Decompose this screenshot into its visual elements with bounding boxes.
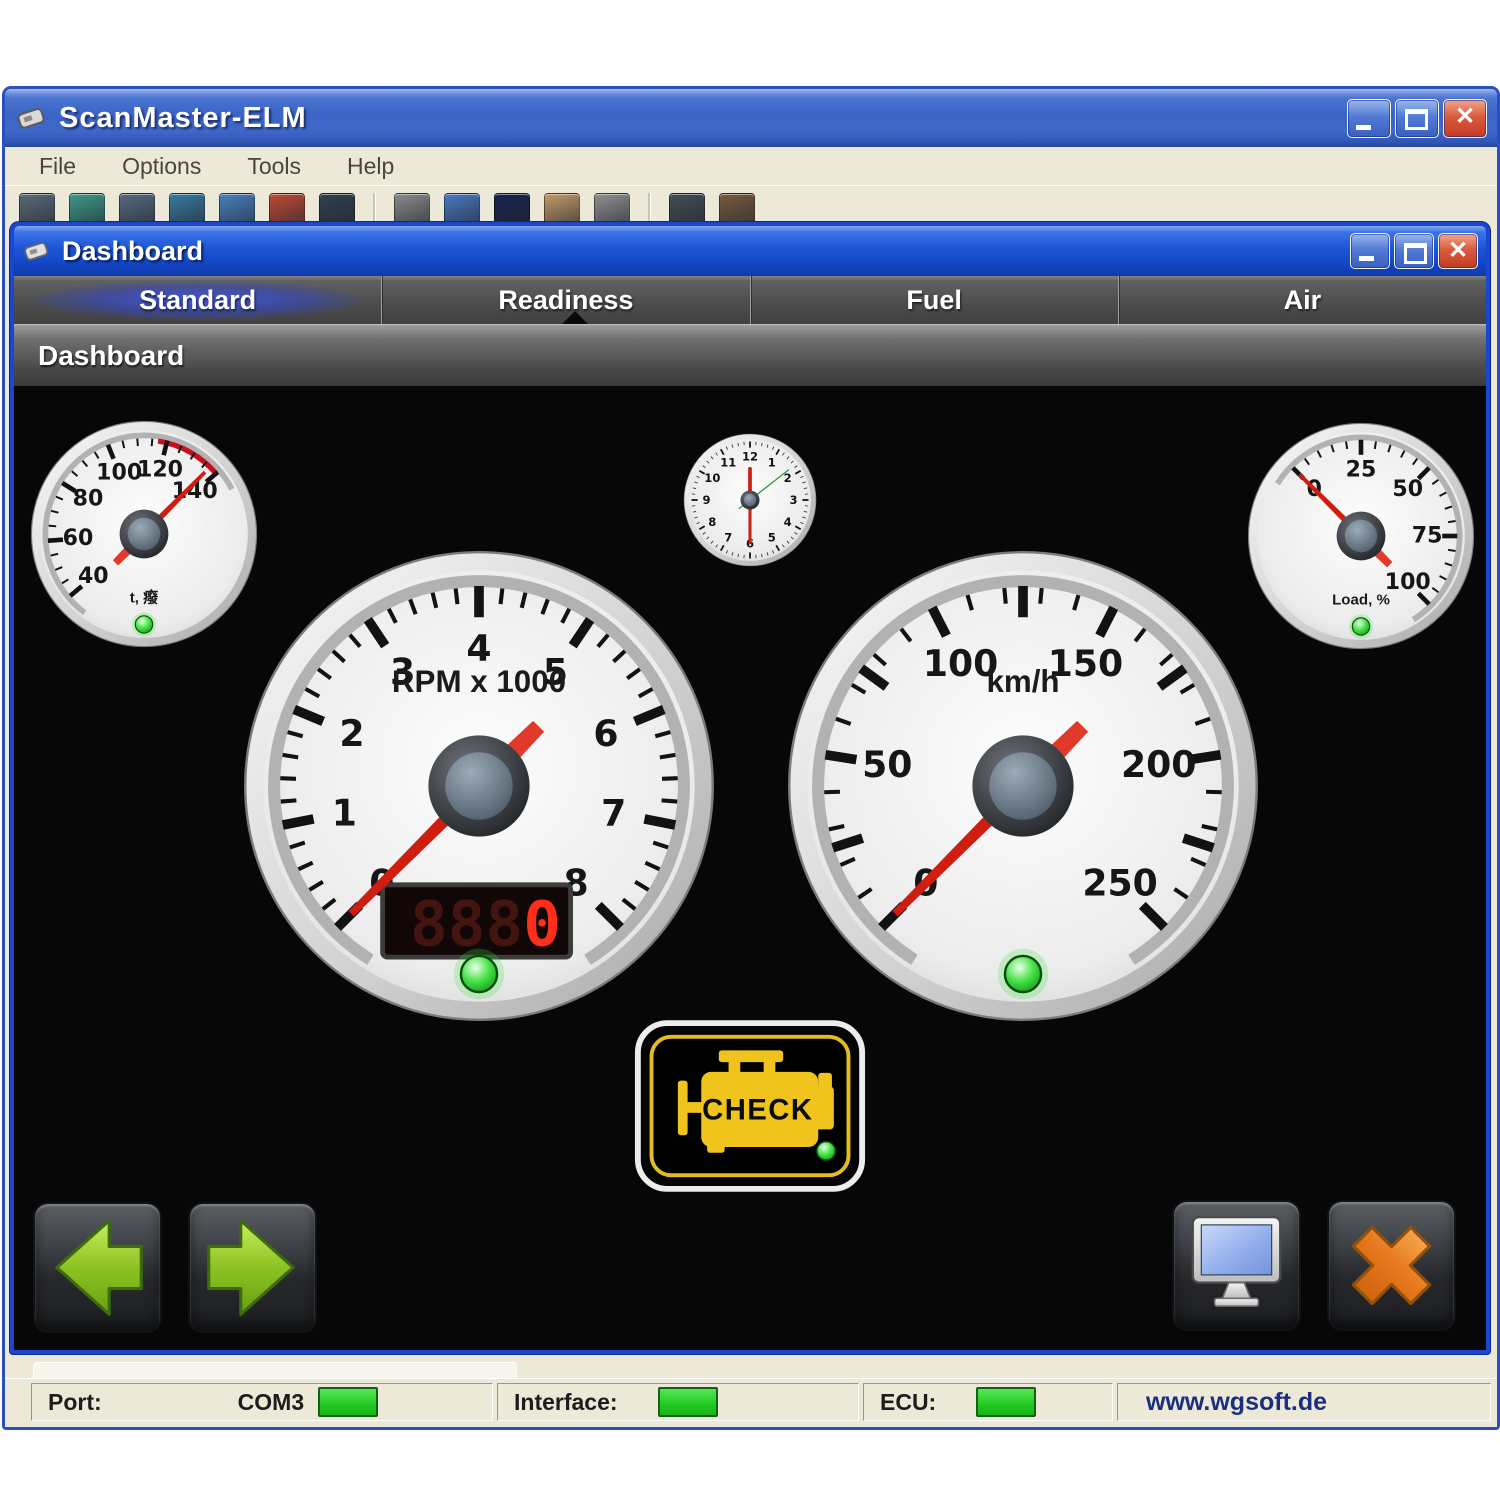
svg-text:9: 9: [702, 493, 710, 507]
main-titlebar[interactable]: ScanMaster-ELM: [5, 89, 1497, 147]
tabbar: Standard Readiness Fuel Air: [14, 276, 1486, 324]
svg-text:7: 7: [601, 791, 626, 834]
window-title: ScanMaster-ELM: [59, 102, 307, 135]
toolbar: [5, 185, 1497, 225]
client-strip-tab: [33, 1362, 517, 1378]
svg-text:25: 25: [1346, 457, 1377, 482]
menu-file[interactable]: File: [39, 153, 76, 180]
svg-text:2: 2: [339, 712, 364, 755]
statusbar: Port: COM3 Interface: ECU: www.wgsoft.de: [5, 1378, 1497, 1427]
tab-indicator-triangle: [562, 311, 588, 324]
coolant-temp-gauge: 406080100120140t, 癈: [28, 418, 260, 650]
close-button[interactable]: [1443, 99, 1487, 138]
interface-status-led: [658, 1387, 718, 1417]
tachometer-gauge: 012345678RPM x 10008880: [238, 545, 720, 1027]
tab-air[interactable]: Air: [1118, 276, 1486, 324]
monitor-button[interactable]: [1172, 1200, 1301, 1331]
next-button[interactable]: [188, 1202, 317, 1333]
svg-text:75: 75: [1412, 524, 1443, 549]
check-engine-led: [817, 1142, 836, 1161]
svg-text:50: 50: [1392, 477, 1423, 502]
left-arrow-icon: [57, 1221, 141, 1315]
speedometer-gauge: 050100150200250km/h: [782, 545, 1264, 1027]
check-engine-text: CHECK: [702, 1095, 813, 1127]
svg-text:60: 60: [63, 526, 94, 551]
dashboard-close-button[interactable]: [1438, 233, 1478, 269]
menu-help[interactable]: Help: [347, 153, 394, 180]
svg-text:100: 100: [96, 460, 142, 485]
svg-text:40: 40: [78, 564, 109, 589]
svg-text:4: 4: [784, 515, 792, 529]
port-value: COM3: [238, 1389, 304, 1416]
interface-label: Interface:: [514, 1389, 618, 1416]
dashboard-window-icon: [22, 236, 52, 266]
ecu-status-led: [976, 1387, 1036, 1417]
svg-text:km/h: km/h: [986, 664, 1059, 699]
tab-standard[interactable]: Standard: [14, 276, 381, 324]
svg-text:3: 3: [789, 493, 797, 507]
toolbar-separator: [648, 193, 651, 223]
right-arrow-icon: [209, 1221, 293, 1315]
tab-fuel[interactable]: Fuel: [750, 276, 1118, 324]
svg-text:50: 50: [862, 743, 912, 786]
prev-button[interactable]: [33, 1202, 162, 1333]
svg-text:11: 11: [720, 455, 736, 469]
minimize-button[interactable]: [1347, 99, 1391, 138]
svg-text:6: 6: [593, 712, 618, 755]
toolbar-separator: [373, 193, 376, 223]
svg-text:7: 7: [724, 531, 732, 545]
dashboard-window: Dashboard Standard Readiness Fuel Air Da…: [10, 222, 1490, 1354]
menubar: File Options Tools Help: [5, 147, 1497, 186]
exit-button[interactable]: [1327, 1200, 1456, 1331]
orange-x-icon: [1334, 1208, 1449, 1323]
website-label: www.wgsoft.de: [1146, 1388, 1327, 1417]
monitor-icon: [1174, 1202, 1299, 1329]
status-interface-panel: Interface:: [497, 1383, 859, 1421]
svg-text:80: 80: [73, 486, 104, 511]
engine-load-gauge: 0255075100Load, %: [1245, 420, 1477, 652]
svg-text:8880: 8880: [410, 887, 561, 960]
dashboard-minimize-button[interactable]: [1350, 233, 1390, 269]
svg-text:5: 5: [768, 531, 776, 545]
check-engine-indicator: CHECK: [633, 1018, 867, 1194]
dashboard-titlebar[interactable]: Dashboard: [14, 226, 1486, 276]
screen: ScanMaster-ELM File Options Tools Help P…: [0, 0, 1500, 1500]
maximize-button[interactable]: [1395, 99, 1439, 138]
svg-text:250: 250: [1082, 862, 1157, 905]
dashboard-maximize-button[interactable]: [1394, 233, 1434, 269]
svg-text:200: 200: [1121, 743, 1196, 786]
svg-text:10: 10: [704, 471, 720, 485]
svg-text:1: 1: [332, 791, 357, 834]
port-label: Port:: [48, 1389, 102, 1416]
section-title: Dashboard: [38, 340, 184, 372]
svg-text:12: 12: [742, 449, 758, 463]
menu-options[interactable]: Options: [122, 153, 201, 180]
ecu-label: ECU:: [880, 1389, 936, 1416]
svg-text:100: 100: [1385, 570, 1431, 595]
svg-text:RPM x 1000: RPM x 1000: [392, 664, 566, 699]
status-website-panel: www.wgsoft.de: [1117, 1383, 1491, 1421]
menu-tools[interactable]: Tools: [247, 153, 301, 180]
svg-text:1: 1: [768, 455, 776, 469]
svg-text:8: 8: [708, 515, 716, 529]
status-ecu-panel: ECU:: [863, 1383, 1113, 1421]
svg-text:Load, %: Load, %: [1332, 591, 1390, 608]
port-status-led: [318, 1387, 378, 1417]
app-icon: [15, 101, 49, 135]
svg-text:t, 癈: t, 癈: [130, 588, 159, 606]
section-header: Dashboard: [14, 324, 1486, 386]
client-strip: [5, 1359, 1497, 1379]
status-port-panel: Port: COM3: [31, 1383, 493, 1421]
dashboard-window-title: Dashboard: [62, 236, 203, 267]
dashboard-content: 406080100120140t, 癈 012345678RPM x 10008…: [14, 386, 1486, 1350]
